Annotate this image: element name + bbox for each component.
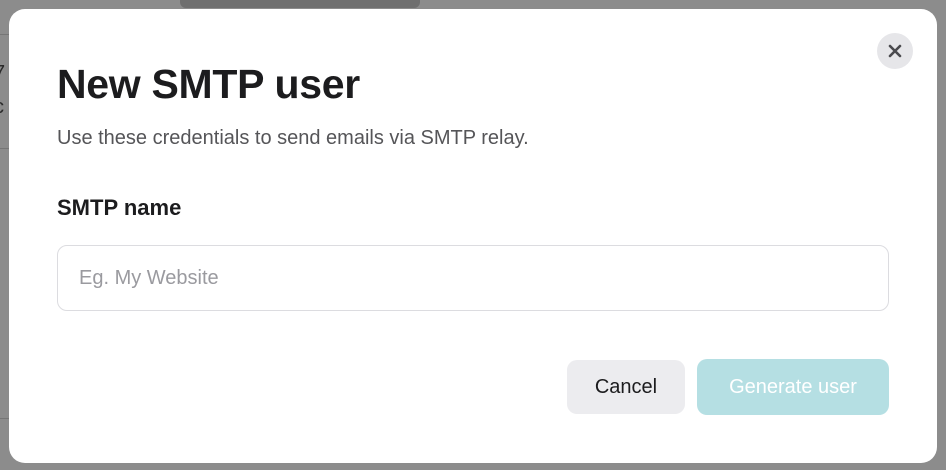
background-text-fragment: 7 <box>0 62 5 85</box>
new-smtp-user-dialog: New SMTP user Use these credentials to s… <box>9 9 937 463</box>
smtp-name-input[interactable] <box>57 245 889 311</box>
dialog-title: New SMTP user <box>57 61 360 107</box>
close-icon <box>888 44 902 58</box>
background-tab-strip <box>180 0 420 8</box>
dialog-subtitle: Use these credentials to send emails via… <box>57 127 529 149</box>
generate-user-button[interactable]: Generate user <box>697 359 889 415</box>
smtp-name-label: SMTP name <box>57 195 182 220</box>
cancel-button[interactable]: Cancel <box>567 360 685 414</box>
background-text-fragment: c <box>0 96 4 119</box>
close-button[interactable] <box>877 33 913 69</box>
